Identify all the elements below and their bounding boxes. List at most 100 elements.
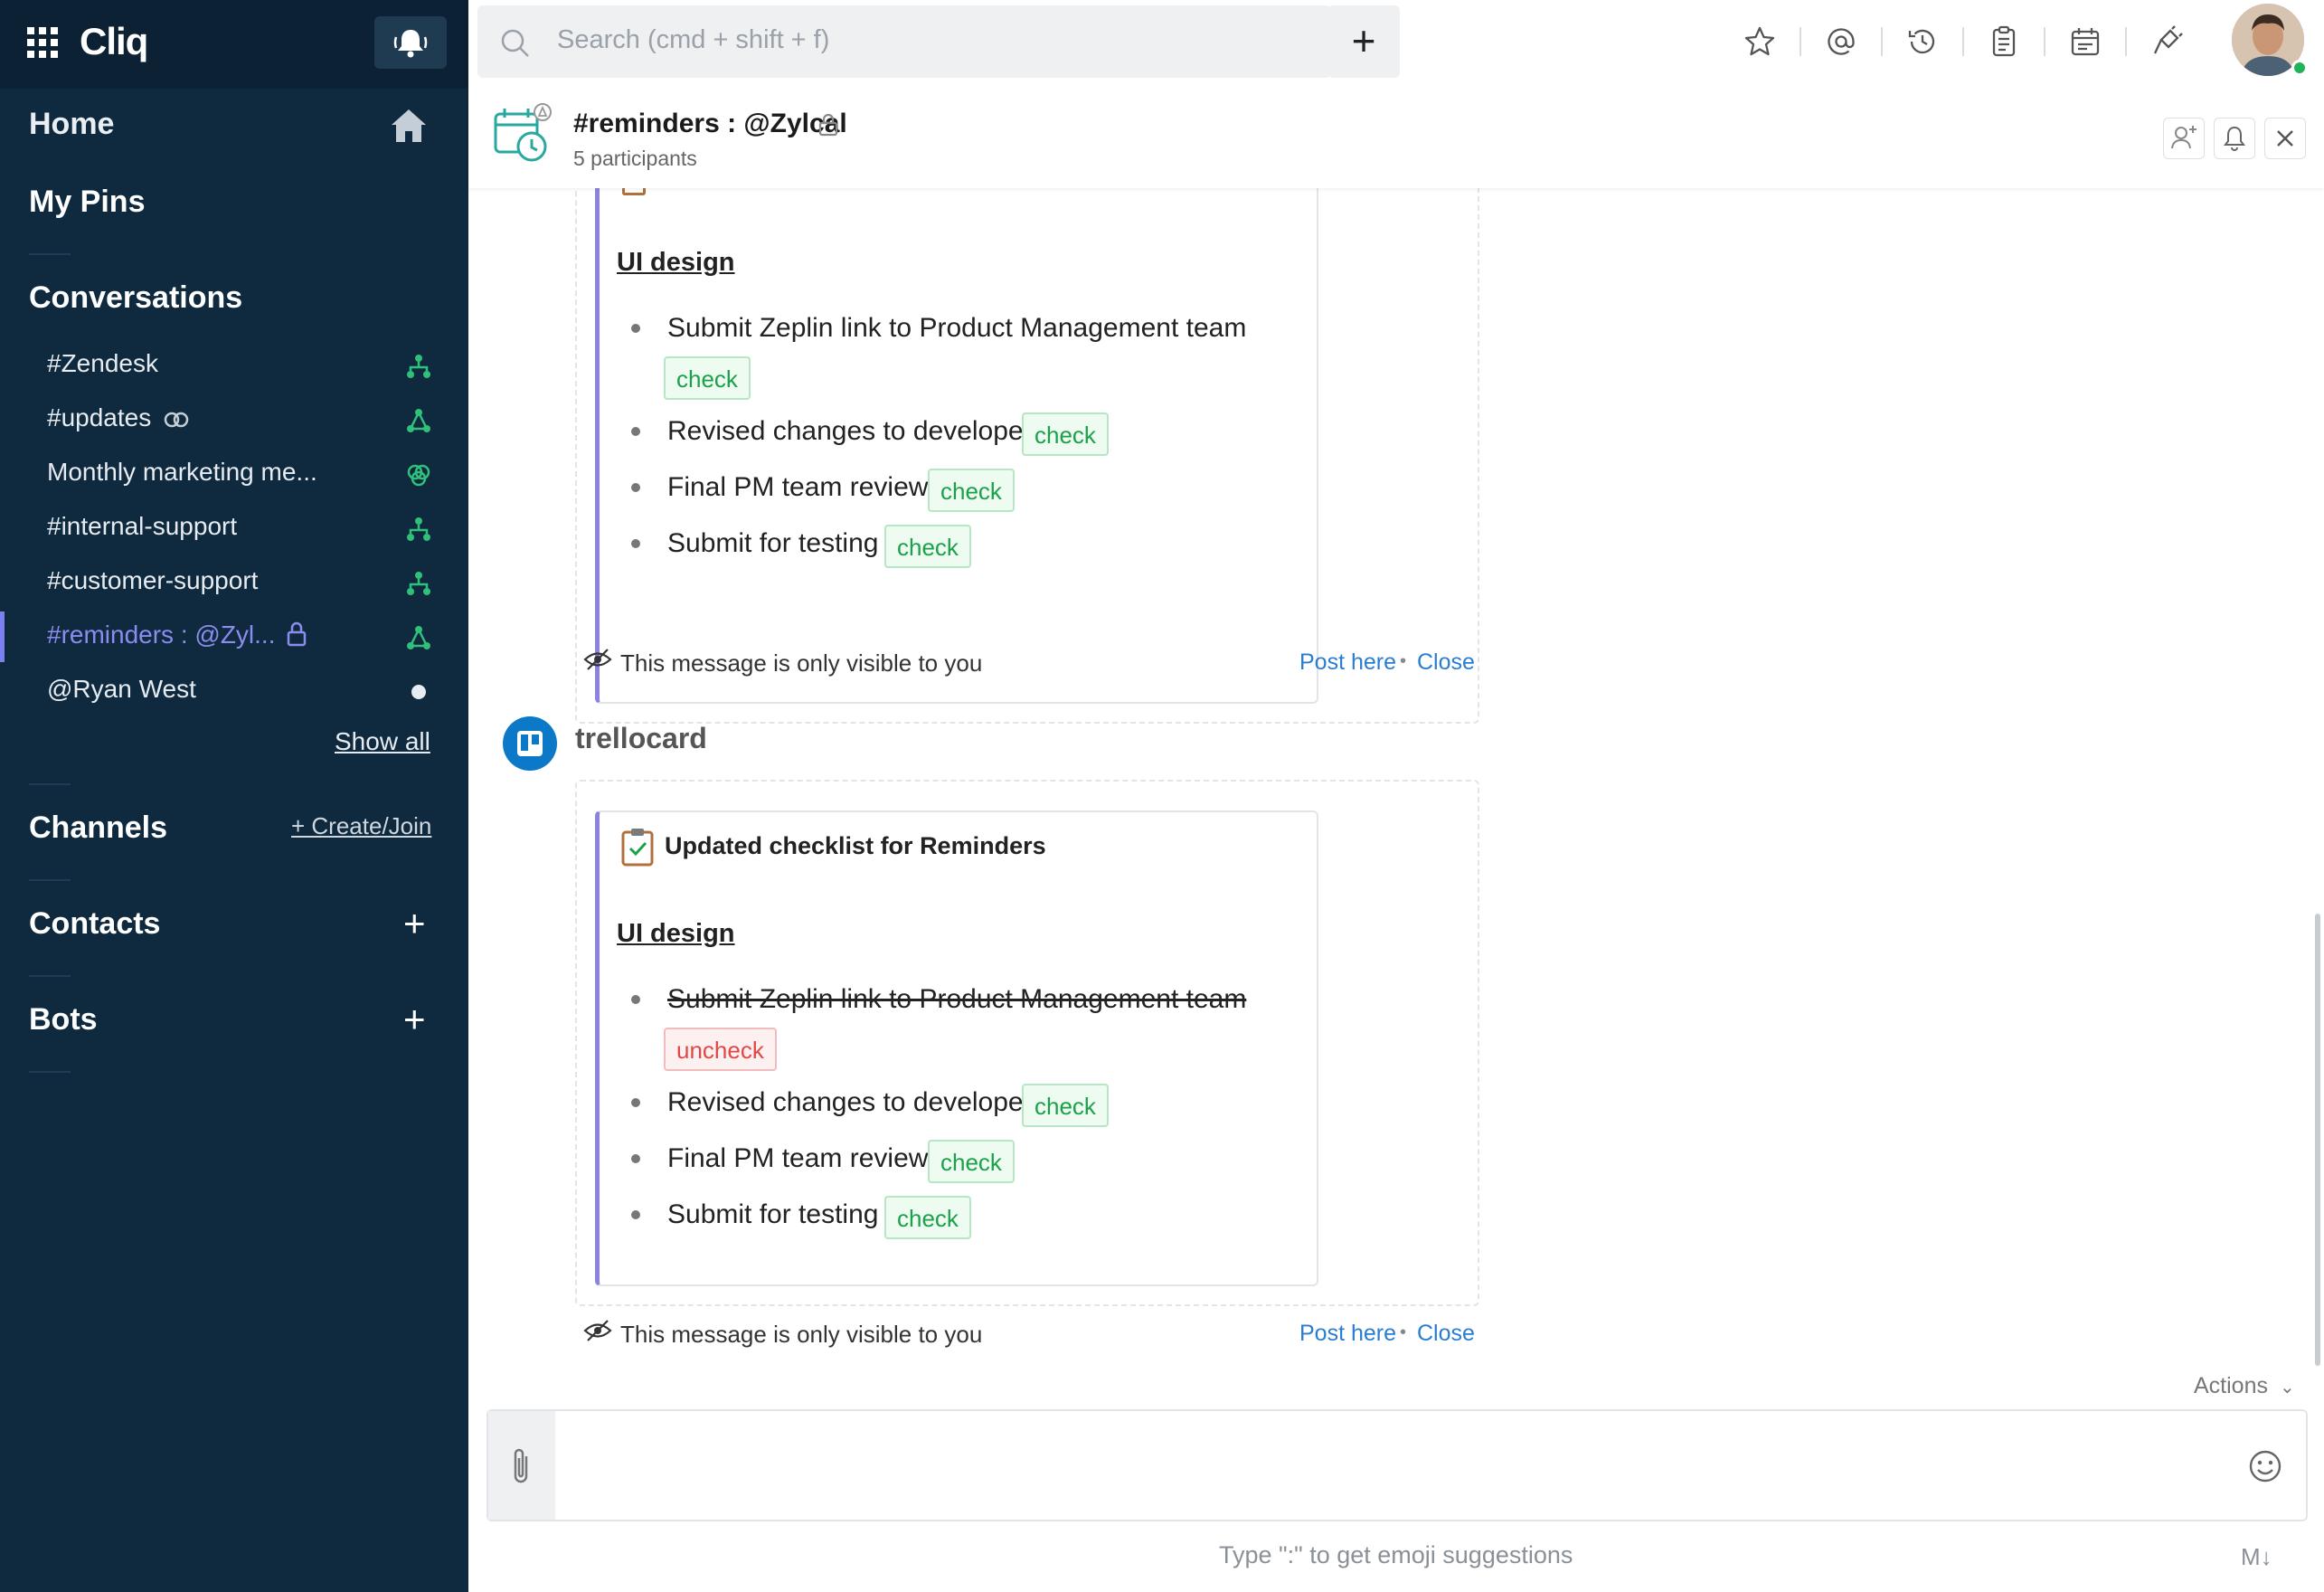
bullet (631, 324, 640, 333)
check-button[interactable]: check (928, 469, 1015, 512)
check-button[interactable]: check (664, 356, 751, 400)
check-button[interactable]: check (884, 525, 971, 568)
section-heading: UI design (617, 919, 735, 948)
actions-menu[interactable]: Actions ⌄ (2194, 1373, 2295, 1399)
checklist-item-text: Submit for testing (667, 528, 879, 558)
conversation-item-monthly-marketing[interactable]: Monthly marketing me... (47, 458, 317, 487)
sidebar-home[interactable]: Home (29, 107, 114, 142)
bullet (631, 483, 640, 492)
trello-bot-avatar[interactable] (503, 716, 557, 771)
markdown-toggle[interactable]: M↓ (2241, 1543, 2272, 1571)
checklist-item-text: Final PM team review (667, 1143, 929, 1173)
section-heading: UI design (617, 248, 735, 277)
check-button[interactable]: check (1022, 1084, 1109, 1127)
search-bar[interactable]: Search (cmd + shift + f) (477, 5, 1331, 78)
active-indicator (0, 611, 5, 662)
search-icon (501, 29, 529, 57)
org-channel-icon (407, 517, 430, 541)
participants-count[interactable]: 5 participants (573, 147, 697, 171)
team-channel-icon (407, 626, 430, 649)
chevron-down-icon: ⌄ (2279, 1378, 2295, 1398)
group-chat-icon (407, 464, 430, 487)
check-button[interactable]: check (1022, 412, 1109, 456)
conversation-item-ryan-west[interactable]: @Ryan West (47, 675, 196, 704)
search-input[interactable]: Search (cmd + shift + f) (557, 25, 829, 55)
close-chat-button[interactable] (2264, 118, 2306, 159)
card-title: Updated checklist for Reminders (665, 832, 1046, 859)
uncheck-button[interactable]: uncheck (664, 1028, 777, 1071)
add-participant-button[interactable] (2163, 118, 2205, 159)
checklist-item-text: Final PM team review (667, 472, 929, 502)
mention-icon[interactable] (1825, 25, 1857, 58)
checklist-item-text: Revised changes to developer (667, 416, 1033, 446)
conversation-item-reminders[interactable]: #reminders : @Zyl... (47, 621, 275, 649)
org-channel-icon (407, 355, 430, 378)
calendar-icon[interactable] (2069, 25, 2102, 58)
new-button[interactable]: + (1327, 5, 1400, 78)
clipboard-check-icon (621, 829, 654, 867)
home-icon[interactable] (389, 107, 429, 145)
tasks-icon[interactable] (1988, 25, 2020, 58)
mute-button[interactable] (2214, 118, 2255, 159)
bullet (631, 995, 640, 1004)
conversation-item-updates[interactable]: #updates (47, 403, 151, 432)
divider (29, 253, 71, 255)
trello-icon (517, 731, 543, 756)
scrollbar[interactable] (2315, 914, 2320, 1366)
notifications-button[interactable] (374, 16, 447, 69)
bullet (631, 1154, 640, 1163)
divider (1881, 27, 1883, 56)
divider (29, 975, 71, 977)
message-composer[interactable] (487, 1409, 2308, 1521)
reminders-channel-icon[interactable] (490, 101, 555, 166)
bullet (631, 539, 640, 548)
bots-heading[interactable]: Bots (29, 1002, 98, 1038)
close-link[interactable]: Close (1417, 1321, 1475, 1347)
check-button[interactable]: check (884, 1196, 971, 1239)
conversation-item-zendesk[interactable]: #Zendesk (47, 349, 158, 378)
contacts-heading[interactable]: Contacts (29, 906, 160, 942)
divider (1962, 27, 1964, 56)
lock-icon (818, 113, 838, 137)
app-logo: Cliq (80, 20, 148, 62)
app-grid-icon[interactable] (27, 27, 58, 58)
post-here-link[interactable]: Post here (1299, 1321, 1396, 1347)
online-status-dot (2291, 60, 2308, 76)
divider (1800, 27, 1801, 56)
show-all-link[interactable]: Show all (335, 727, 430, 756)
check-button[interactable]: check (928, 1140, 1015, 1183)
close-icon (2277, 130, 2293, 147)
top-bar: Search (cmd + shift + f) + (468, 0, 2324, 89)
history-icon[interactable] (1906, 25, 1939, 58)
conversations-heading[interactable]: Conversations (29, 280, 242, 316)
channels-heading[interactable]: Channels (29, 810, 167, 846)
hidden-eye-icon (583, 1320, 612, 1341)
divider (2125, 27, 2127, 56)
add-bot-icon[interactable]: + (403, 1000, 426, 1038)
conversation-item-customer-support[interactable]: #customer-support (47, 566, 258, 595)
conversation-item-internal-support[interactable]: #internal-support (47, 512, 237, 541)
link-icon (164, 412, 189, 428)
sender-name[interactable]: trellocard (575, 722, 707, 755)
checklist-item-text: Revised changes to developer (667, 1087, 1033, 1117)
emoji-hint: Type ":" to get emoji suggestions (1219, 1541, 1573, 1568)
chat-title[interactable]: #reminders : @Zylcal (573, 109, 847, 139)
separator-dot: • (1400, 1322, 1407, 1342)
integrations-plug-icon[interactable] (2150, 25, 2183, 58)
emoji-icon[interactable] (2248, 1449, 2282, 1483)
org-channel-icon (407, 572, 430, 595)
bell-icon (393, 30, 428, 58)
star-icon[interactable] (1743, 25, 1776, 58)
sidebar: Cliq Home My Pins Conversations #Zendesk… (0, 0, 468, 1592)
add-contact-icon[interactable]: + (403, 905, 426, 943)
actions-label: Actions (2194, 1373, 2268, 1398)
post-here-link[interactable]: Post here (1299, 649, 1396, 676)
team-channel-icon (407, 409, 430, 432)
message-area: UI design Submit Zeplin link to Product … (468, 89, 2324, 1391)
sidebar-my-pins[interactable]: My Pins (29, 185, 145, 220)
divider (29, 783, 71, 785)
create-join-link[interactable]: + Create/Join (291, 812, 431, 840)
checklist-item-text: Submit for testing (667, 1199, 879, 1229)
close-link[interactable]: Close (1417, 649, 1475, 676)
attach-button[interactable] (488, 1411, 555, 1520)
